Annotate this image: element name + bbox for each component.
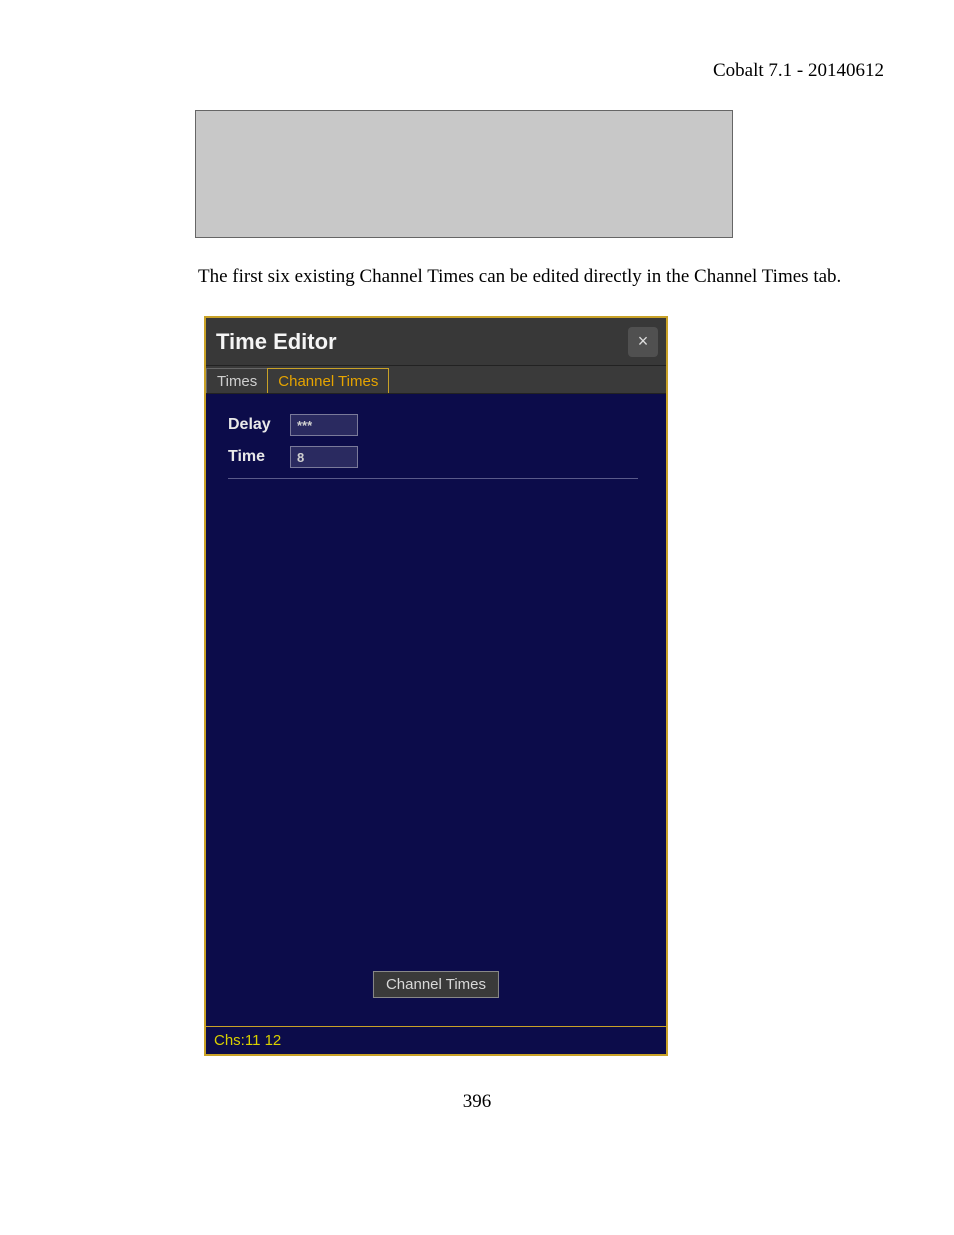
bottom-tab-channel-times[interactable]: Channel Times <box>373 971 499 998</box>
placeholder-box <box>195 110 733 238</box>
delay-input[interactable]: *** <box>290 414 358 436</box>
divider-line <box>228 478 638 479</box>
caption-text: The first six existing Channel Times can… <box>198 266 884 288</box>
content-area: Delay *** Time 8 Channel Times <box>206 394 666 1026</box>
window-title: Time Editor <box>216 329 337 355</box>
time-label: Time <box>228 448 290 466</box>
time-editor-window: Time Editor × Times Channel Times Delay … <box>204 316 668 1056</box>
close-icon: × <box>638 331 649 352</box>
tab-channel-times[interactable]: Channel Times <box>267 368 389 393</box>
doc-header: Cobalt 7.1 - 20140612 <box>70 60 884 82</box>
time-input[interactable]: 8 <box>290 446 358 468</box>
page-number: 396 <box>0 1091 954 1113</box>
time-row: Time 8 <box>228 446 648 468</box>
tab-times[interactable]: Times <box>206 368 268 393</box>
delay-row: Delay *** <box>228 414 648 436</box>
close-button[interactable]: × <box>628 327 658 357</box>
tab-row: Times Channel Times <box>206 366 666 394</box>
delay-label: Delay <box>228 416 290 434</box>
titlebar: Time Editor × <box>206 318 666 366</box>
status-text: Chs:11 12 <box>214 1032 281 1049</box>
bottom-tab-holder: Channel Times <box>373 971 499 998</box>
status-bar: Chs:11 12 <box>206 1026 666 1054</box>
